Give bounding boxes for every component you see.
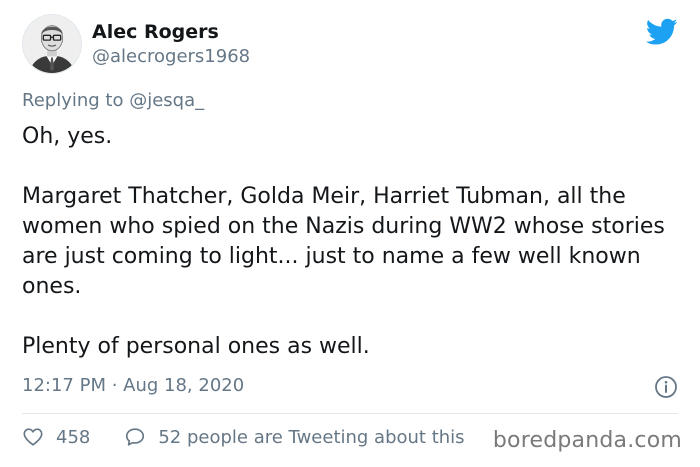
heart-icon[interactable] <box>22 426 44 448</box>
conversation-action[interactable]: 52 people are Tweeting about this <box>124 426 465 448</box>
avatar[interactable] <box>22 14 82 74</box>
tweet-paragraph: Plenty of personal ones as well. <box>22 334 370 359</box>
tweet-timestamp[interactable]: 12:17 PM · Aug 18, 2020 <box>22 375 244 396</box>
info-icon[interactable] <box>654 375 678 399</box>
tweet-paragraph: Margaret Thatcher, Golda Meir, Harriet T… <box>22 184 665 299</box>
like-action[interactable]: 458 <box>22 426 90 448</box>
tweet-card: Alec Rogers @alecrogers1968 Replying to … <box>0 0 700 467</box>
tweet-body: Oh, yes. Margaret Thatcher, Golda Meir, … <box>22 122 682 362</box>
watermark-text: boredpanda.com <box>492 428 682 453</box>
tweeting-about-text: 52 people are Tweeting about this <box>158 426 465 448</box>
tweet-actions: 458 52 people are Tweeting about this <box>22 426 465 448</box>
divider <box>22 413 678 414</box>
like-count: 458 <box>56 426 91 448</box>
twitter-bird-icon[interactable] <box>646 18 678 46</box>
tweet-paragraph: Oh, yes. <box>22 124 113 149</box>
speech-bubble-icon[interactable] <box>124 426 146 448</box>
tweet-header: Alec Rogers @alecrogers1968 <box>22 14 250 74</box>
author-names: Alec Rogers @alecrogers1968 <box>92 20 250 69</box>
author-display-name[interactable]: Alec Rogers <box>92 20 250 44</box>
author-handle[interactable]: @alecrogers1968 <box>92 45 250 69</box>
avatar-portrait-icon <box>23 15 81 73</box>
replying-to-line[interactable]: Replying to @jesqa_ <box>22 90 204 111</box>
